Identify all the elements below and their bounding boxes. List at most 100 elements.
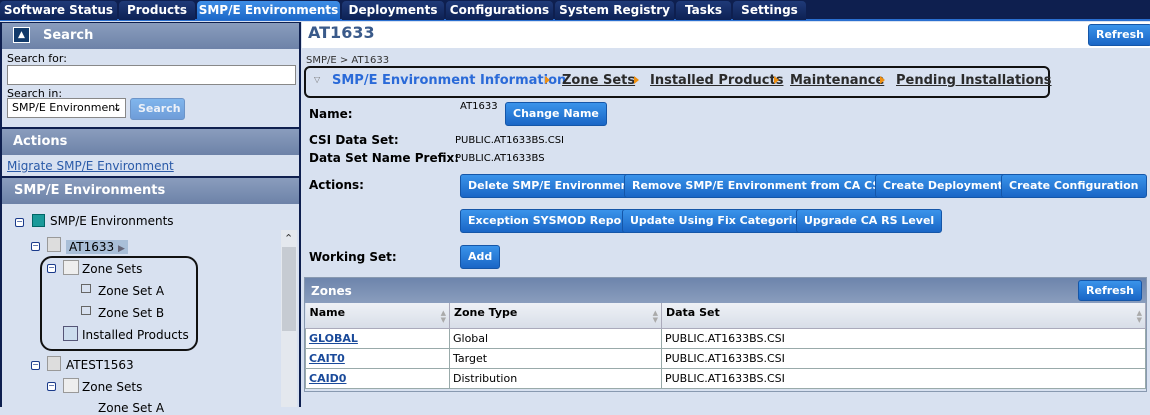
zone-data-set: PUBLIC.AT1633BS.CSI	[661, 347, 1146, 369]
actions-title: Actions	[13, 134, 68, 149]
search-panel-title: Search	[43, 28, 94, 43]
actions-label: Actions:	[309, 178, 364, 192]
left-sidebar: ▲ Search Search for: Search in: SMP/E En…	[0, 22, 301, 415]
zone-link[interactable]: GLOBAL	[309, 332, 358, 345]
sort-icon: ▲ ▼	[440, 309, 446, 325]
tree-item-atest1563[interactable]: ATEST1563	[66, 358, 134, 372]
title-bar	[302, 22, 1150, 48]
migrate-link[interactable]: Migrate SMP/E Environment	[7, 159, 174, 173]
refresh-button[interactable]: Refresh	[1088, 24, 1150, 46]
working-set-label: Working Set:	[309, 250, 397, 264]
breadcrumb: SMP/E > AT1633	[306, 55, 390, 66]
tree-item-zone-sets[interactable]: Zone Sets	[82, 262, 142, 276]
nav-environment-info[interactable]: SMP/E Environment Information	[332, 73, 566, 88]
nav-installed-products[interactable]: Installed Products	[650, 73, 783, 88]
search-button[interactable]: Search	[130, 98, 185, 120]
delete-environment-button[interactable]: Delete SMP/E Environment	[460, 174, 642, 198]
sort-icon: ▲ ▼	[1136, 309, 1142, 325]
column-header-data-set[interactable]: Data Set ▲ ▼	[661, 303, 1146, 329]
nav-pending-installations[interactable]: Pending Installations	[896, 73, 1052, 88]
zone-type: Global	[449, 327, 662, 349]
tree-item-at1633[interactable]: AT1633 ▶	[66, 240, 128, 254]
tab-smpe-environments[interactable]: SMP/E Environments	[197, 1, 340, 20]
prefix-label: Data Set Name Prefix:	[309, 151, 460, 165]
zone-type: Distribution	[449, 367, 662, 389]
add-working-set-button[interactable]: Add	[460, 245, 501, 269]
collapse-toggle[interactable]: −	[47, 264, 56, 273]
tree-item-zone-set-b[interactable]: Zone Set B	[98, 306, 164, 320]
expand-triangle-icon: ▽	[314, 75, 321, 84]
search-panel-header: ▲ Search	[2, 23, 299, 49]
tab-tasks[interactable]: Tasks	[676, 1, 731, 20]
update-fix-categories-button[interactable]: Update Using Fix Categories	[622, 209, 815, 233]
zones-refresh-button[interactable]: Refresh	[1078, 280, 1142, 301]
column-label: Zone Type	[454, 306, 518, 320]
collapse-toggle[interactable]: −	[47, 382, 56, 391]
zone-sets-icon	[63, 378, 79, 393]
column-label: Data Set	[666, 306, 720, 320]
tree-item-zone-set-a[interactable]: Zone Set A	[98, 284, 164, 298]
tree-item-installed-products[interactable]: Installed Products	[82, 328, 189, 342]
tab-products[interactable]: Products	[119, 1, 195, 20]
create-configuration-button[interactable]: Create Configuration	[1001, 174, 1147, 198]
column-header-name[interactable]: Name ▲ ▼	[305, 303, 450, 329]
arrow-icon	[634, 76, 639, 84]
env-label: AT1633	[69, 240, 115, 254]
collapse-icon[interactable]: ▲	[13, 27, 30, 43]
tab-system-registry[interactable]: System Registry	[555, 1, 674, 20]
name-label: Name:	[309, 107, 353, 121]
create-deployment-button[interactable]: Create Deployment	[875, 174, 1011, 198]
tree-panel: − SMP/E Environments − AT1633 ▶ − Zone S…	[2, 204, 299, 415]
nav-maintenance[interactable]: Maintenance	[790, 73, 884, 88]
change-name-button[interactable]: Change Name	[505, 102, 607, 126]
arrow-icon	[545, 76, 550, 84]
table-row: CAIT0 Target PUBLIC.AT1633BS.CSI	[305, 347, 1146, 369]
server-icon	[47, 237, 61, 252]
actions-panel-header: Actions	[2, 129, 299, 155]
column-header-zone-type[interactable]: Zone Type ▲ ▼	[449, 303, 662, 329]
tab-configurations[interactable]: Configurations	[446, 1, 553, 20]
exception-sysmod-report-button[interactable]: Exception SYSMOD Report	[460, 209, 640, 233]
tree-item-zone-sets[interactable]: Zone Sets	[82, 380, 142, 394]
environments-icon	[32, 214, 45, 227]
zone-type: Target	[449, 347, 662, 369]
zone-set-icon	[81, 284, 91, 293]
tree-item-zone-set-a[interactable]: Zone Set A	[98, 401, 164, 415]
search-in-select[interactable]: SMP/E Environment ⌄	[7, 98, 126, 118]
remove-environment-button[interactable]: Remove SMP/E Environment from CA CSM	[624, 174, 900, 198]
scrollbar[interactable]: ⌃	[281, 230, 297, 407]
tab-deployments[interactable]: Deployments	[342, 1, 444, 20]
table-row: CAID0 Distribution PUBLIC.AT1633BS.CSI	[305, 367, 1146, 389]
search-in-value: SMP/E Environment	[12, 101, 120, 114]
collapse-toggle[interactable]: −	[31, 361, 40, 370]
arrow-icon	[774, 76, 779, 84]
prefix-value: PUBLIC.AT1633BS	[455, 153, 545, 164]
search-input[interactable]	[7, 65, 296, 85]
upgrade-ca-rs-button[interactable]: Upgrade CA RS Level	[796, 209, 943, 233]
arrow-icon	[880, 76, 885, 84]
caret-right-icon: ▶	[117, 244, 125, 254]
zone-link[interactable]: CAIT0	[309, 352, 345, 365]
zone-sets-icon	[63, 260, 79, 275]
server-icon	[47, 356, 61, 371]
csi-label: CSI Data Set:	[309, 133, 399, 147]
tree-item-root[interactable]: SMP/E Environments	[50, 214, 174, 228]
nav-zone-sets[interactable]: Zone Sets	[562, 73, 635, 88]
zones-table: Name ▲ ▼ Zone Type ▲ ▼ Data Set ▲ ▼ GLOBAL Glob…	[305, 303, 1146, 389]
installed-products-icon	[63, 326, 78, 341]
tab-software-status[interactable]: Software Status	[0, 1, 117, 20]
zone-link[interactable]: CAID0	[309, 372, 346, 385]
collapse-toggle[interactable]: −	[15, 218, 24, 227]
name-value: AT1633	[460, 101, 498, 112]
zone-set-icon	[81, 306, 91, 315]
collapse-toggle[interactable]: −	[31, 242, 40, 251]
tree-title: SMP/E Environments	[14, 183, 166, 198]
csi-value: PUBLIC.AT1633BS.CSI	[455, 135, 565, 146]
tab-settings[interactable]: Settings	[733, 1, 806, 20]
scroll-thumb[interactable]	[282, 247, 296, 331]
scroll-up-icon[interactable]: ⌃	[284, 232, 293, 245]
search-panel: Search for: Search in: SMP/E Environment…	[2, 49, 299, 127]
zone-data-set: PUBLIC.AT1633BS.CSI	[661, 367, 1146, 389]
table-row: GLOBAL Global PUBLIC.AT1633BS.CSI	[305, 327, 1146, 349]
column-label: Name	[309, 306, 346, 320]
